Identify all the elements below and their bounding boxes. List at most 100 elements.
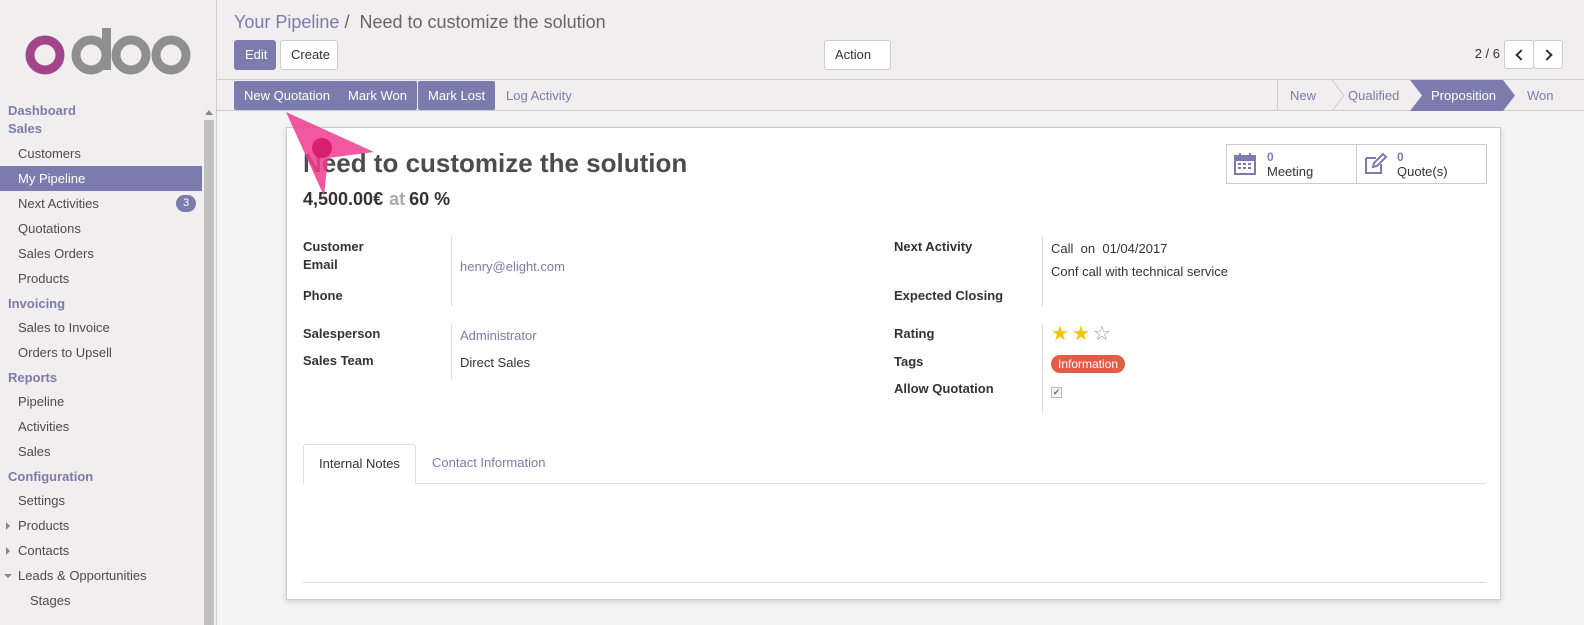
star-filled-icon[interactable]: ★ xyxy=(1072,324,1090,344)
salesperson-field[interactable]: Administrator xyxy=(460,328,537,343)
new-quotation-button[interactable]: New Quotation xyxy=(234,81,340,110)
sidebar-item-stages[interactable]: Stages xyxy=(0,588,202,613)
sidebar-item-label: Orders to Upsell xyxy=(18,345,112,360)
phone-label: Phone xyxy=(303,288,343,303)
statusbar: New Quotation Mark Won Mark Lost Log Act… xyxy=(217,80,1584,111)
sidebar-item-sales-to-invoice[interactable]: Sales to Invoice xyxy=(0,315,202,340)
email-label: Email xyxy=(303,257,338,272)
field-separator xyxy=(1042,236,1043,306)
sidebar-item-config-products[interactable]: Products xyxy=(0,513,202,538)
activity-on: on xyxy=(1080,241,1096,256)
sidebar-item-sales-report[interactable]: Sales xyxy=(0,439,202,464)
side-section-reports[interactable]: Reports xyxy=(0,365,202,389)
log-activity-link[interactable]: Log Activity xyxy=(506,81,572,110)
tab-contact-information[interactable]: Contact Information xyxy=(417,444,560,484)
activity-summary: Conf call with technical service xyxy=(1051,264,1229,279)
sidebar: Dashboard Sales Customers My Pipeline Ne… xyxy=(0,0,217,625)
sidebar-item-label: Settings xyxy=(18,493,65,508)
breadcrumb-parent-link[interactable]: Your Pipeline xyxy=(234,12,339,32)
sidebar-item-orders-to-upsell[interactable]: Orders to Upsell xyxy=(0,340,202,365)
sidebar-item-settings[interactable]: Settings xyxy=(0,488,202,513)
customer-label: Customer xyxy=(303,239,364,254)
action-dropdown[interactable]: Action xyxy=(824,40,891,86)
sales-team-field[interactable]: Direct Sales xyxy=(460,355,530,370)
mark-won-button[interactable]: Mark Won xyxy=(338,81,417,110)
meeting-smart-button[interactable]: 0 Meeting xyxy=(1226,144,1357,184)
sidebar-item-label: Activities xyxy=(18,419,70,434)
action-label: Action xyxy=(835,47,872,62)
sidebar-item-next-activities[interactable]: Next Activities 3 xyxy=(0,191,202,216)
sales-team-label: Sales Team xyxy=(303,353,374,368)
salesperson-label: Salesperson xyxy=(303,326,381,341)
side-section-dashboard[interactable]: Dashboard xyxy=(0,103,202,121)
form-sheet: Need to customize the solution 4,500.00€… xyxy=(286,127,1501,600)
allow-quotation-label: Allow Quotation xyxy=(894,381,994,396)
sidebar-item-label: Next Activities xyxy=(18,196,99,211)
sidebar-item-my-pipeline[interactable]: My Pipeline xyxy=(0,166,202,191)
tags-label: Tags xyxy=(894,354,924,369)
quotes-smart-button[interactable]: 0 Quote(s) xyxy=(1356,144,1487,184)
sidebar-item-label: Products xyxy=(18,518,70,533)
pager-previous-button[interactable] xyxy=(1504,40,1534,69)
cursor-pointer-icon xyxy=(286,112,374,196)
stage-qualified[interactable]: Qualified xyxy=(1348,80,1399,111)
activity-date: 01/04/2017 xyxy=(1102,241,1168,256)
sidebar-item-contacts[interactable]: Contacts xyxy=(0,538,202,563)
star-filled-icon[interactable]: ★ xyxy=(1051,324,1069,344)
sidebar-item-pipeline[interactable]: Pipeline xyxy=(0,389,202,414)
edit-icon xyxy=(1365,152,1387,174)
sidebar-item-label: Sales to Invoice xyxy=(18,320,110,335)
activity-type: Call xyxy=(1051,241,1074,256)
calendar-icon xyxy=(1234,153,1256,175)
caret-right-icon xyxy=(6,522,10,530)
tag-badge[interactable]: Information xyxy=(1051,355,1126,373)
quotes-count: 0 xyxy=(1397,150,1404,164)
side-section-configuration[interactable]: Configuration xyxy=(0,464,202,488)
sidebar-item-quotations[interactable]: Quotations xyxy=(0,216,202,241)
edit-button[interactable]: Edit xyxy=(234,40,276,70)
stage-new[interactable]: New xyxy=(1290,80,1316,111)
sidebar-item-sales-orders[interactable]: Sales Orders xyxy=(0,241,202,266)
control-panel: Your Pipeline / Need to customize the so… xyxy=(217,0,1584,86)
sidebar-item-label: Customers xyxy=(18,146,81,161)
mark-lost-button[interactable]: Mark Lost xyxy=(418,81,496,110)
rating-label: Rating xyxy=(894,326,935,341)
scroll-up-icon[interactable] xyxy=(205,110,213,115)
star-empty-icon[interactable]: ☆ xyxy=(1093,324,1111,344)
side-section-invoicing[interactable]: Invoicing xyxy=(0,291,202,315)
sidebar-item-leads-opportunities[interactable]: Leads & Opportunities xyxy=(0,563,202,588)
pager-next-button[interactable] xyxy=(1533,40,1563,69)
sidebar-item-label: My Pipeline xyxy=(18,171,86,186)
side-section-sales[interactable]: Sales xyxy=(0,121,202,141)
sidebar-item-label: Sales Orders xyxy=(18,246,94,261)
side-menu: Dashboard Sales Customers My Pipeline Ne… xyxy=(0,103,202,613)
sidebar-item-activities[interactable]: Activities xyxy=(0,414,202,439)
email-field[interactable]: henry@elight.com xyxy=(460,259,565,274)
pager-value: 2 / 6 xyxy=(1474,46,1500,61)
count-badge: 3 xyxy=(176,195,196,212)
stage-won[interactable]: Won xyxy=(1527,80,1554,111)
create-button[interactable]: Create xyxy=(280,40,338,70)
allow-quotation-checkbox[interactable]: ✔ xyxy=(1051,387,1062,398)
sidebar-item-label: Sales xyxy=(18,444,51,459)
sidebar-item-label: Products xyxy=(18,271,70,286)
sidebar-item-customers[interactable]: Customers xyxy=(0,141,202,166)
odoo-logo[interactable] xyxy=(25,28,195,82)
notebook-tabs: Internal Notes Contact Information xyxy=(303,444,1486,484)
sidebar-item-label: Stages xyxy=(30,593,71,608)
chevron-right-icon xyxy=(1541,49,1553,61)
sidebar-item-label: Leads & Opportunities xyxy=(18,568,147,583)
sidebar-item-label: Pipeline xyxy=(18,394,65,409)
breadcrumb-separator: / xyxy=(344,12,350,32)
sidebar-scrollbar-thumb[interactable] xyxy=(204,120,214,625)
sidebar-item-label: Contacts xyxy=(18,543,70,558)
expected-closing-label: Expected Closing xyxy=(894,288,1004,303)
tab-internal-notes[interactable]: Internal Notes xyxy=(303,444,416,484)
breadcrumb: Your Pipeline / Need to customize the so… xyxy=(234,12,606,33)
meeting-label: Meeting xyxy=(1267,164,1314,179)
caret-down-icon xyxy=(4,574,12,578)
stage-proposition[interactable]: Proposition xyxy=(1431,80,1496,111)
sidebar-item-products[interactable]: Products xyxy=(0,266,202,291)
next-activity-field[interactable]: Call on 01/04/2017 xyxy=(1051,241,1167,256)
field-separator xyxy=(451,236,452,306)
